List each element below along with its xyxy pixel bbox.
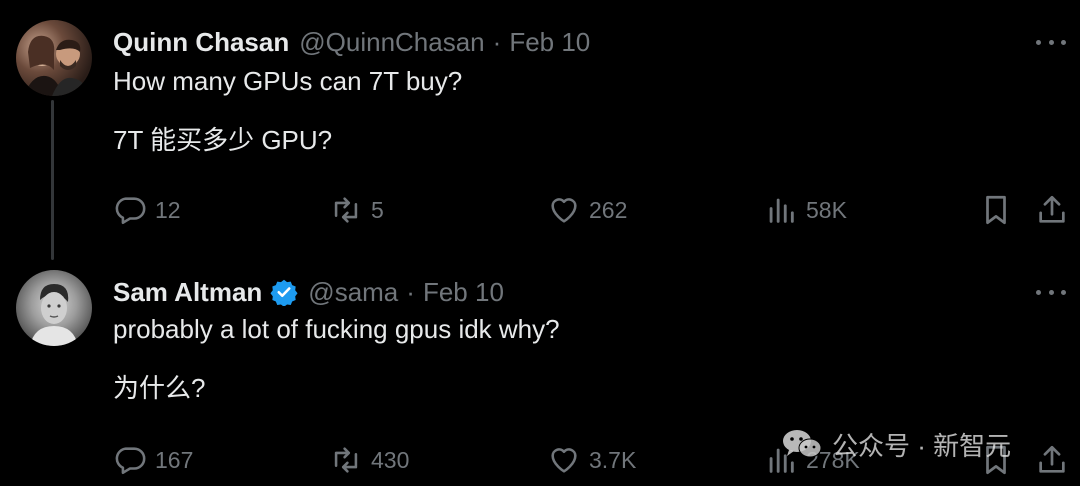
view-count: 58K: [806, 196, 847, 223]
couple-photo-avatar-icon: [24, 35, 88, 96]
author-name[interactable]: Sam Altman: [113, 277, 262, 308]
views-chart-icon: [769, 198, 794, 223]
share-button[interactable]: [1035, 440, 1069, 480]
like-count: 262: [589, 196, 628, 223]
reply-count: 12: [155, 196, 181, 223]
more-options-icon[interactable]: [1036, 32, 1066, 52]
reply-button[interactable]: 167: [113, 440, 193, 480]
tweet-actions: 12 5 262 58K: [113, 190, 1073, 230]
tweet-text-line: probably a lot of fucking gpus idk why?: [113, 314, 560, 344]
like-button[interactable]: 3.7K: [547, 440, 636, 480]
like-button[interactable]: 262: [547, 190, 627, 230]
verified-badge-icon: [270, 279, 298, 306]
reply-button[interactable]: 12: [113, 190, 181, 230]
avatar[interactable]: [16, 20, 92, 96]
bookmark-icon: [986, 195, 1006, 225]
retweet-button[interactable]: 5: [329, 190, 384, 230]
retweet-icon: [334, 447, 358, 473]
separator-dot: ·: [406, 276, 415, 307]
wechat-icon: [783, 430, 822, 458]
heart-icon: [551, 448, 577, 473]
avatar[interactable]: [16, 270, 92, 346]
tweet-text-line: 7T 能买多少 GPU?: [113, 125, 333, 155]
share-icon: [1039, 445, 1065, 473]
author-handle[interactable]: @sama: [308, 277, 398, 308]
heart-icon: [551, 198, 577, 223]
tweet-text-line: 为什么?: [113, 373, 206, 403]
thread-connector-line: [51, 100, 54, 260]
share-button[interactable]: [1035, 190, 1069, 230]
separator-dot: ·: [492, 26, 502, 57]
author-name[interactable]: Quinn Chasan: [113, 27, 289, 58]
reply-count: 167: [155, 446, 194, 473]
watermark: 公众号 · 新智元: [780, 424, 1011, 464]
bookmark-button[interactable]: [979, 190, 1013, 230]
like-count: 3.7K: [589, 446, 637, 473]
tweet-date[interactable]: Feb 10: [423, 277, 504, 308]
views-button[interactable]: 58K: [764, 190, 847, 230]
share-icon: [1039, 195, 1065, 223]
portrait-photo-avatar-icon: [30, 284, 78, 346]
tweet-date[interactable]: Feb 10: [509, 27, 590, 58]
more-options-icon[interactable]: [1036, 282, 1066, 302]
retweet-icon: [334, 197, 358, 223]
tweet-header: Sam Altman @sama · Feb 10: [113, 274, 504, 310]
author-handle[interactable]: @QuinnChasan: [299, 27, 484, 58]
tweet-header: Quinn Chasan @QuinnChasan · Feb 10: [113, 24, 590, 60]
reply-icon: [115, 447, 146, 475]
reply-icon: [115, 197, 146, 225]
retweet-button[interactable]: 430: [329, 440, 409, 480]
retweet-count: 430: [371, 446, 410, 473]
watermark-text: 公众号 · 新智元: [832, 430, 1012, 461]
tweet-text-line: How many GPUs can 7T buy?: [113, 66, 463, 96]
retweet-count: 5: [371, 196, 384, 223]
